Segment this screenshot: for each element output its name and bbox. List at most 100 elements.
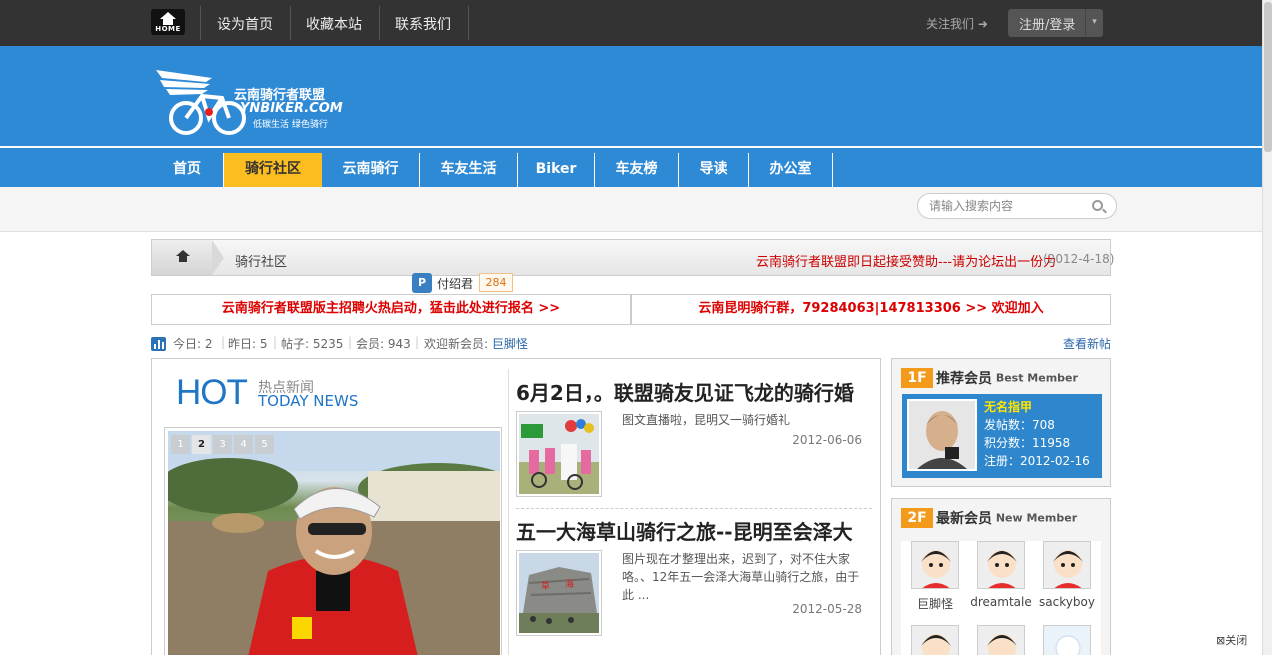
best-member-card[interactable]: 无名指甲 发帖数：708 积分数：11958 注册：2012-02-16 xyxy=(902,394,1102,478)
nav-guide[interactable]: 导读 xyxy=(679,153,749,187)
cyclist-photo xyxy=(168,431,500,655)
avatar[interactable] xyxy=(1043,541,1091,589)
default-avatar-icon xyxy=(978,542,1024,588)
close-label: 关闭 xyxy=(1225,634,1248,647)
login-label: 注册/登录 xyxy=(1019,18,1076,33)
notice-date: (2012-4-18) xyxy=(1043,252,1115,266)
top-bar: HOME 设为首页 收藏本站 联系我们 关注我们 ➜ 注册/登录 ▾ xyxy=(0,0,1262,46)
avatar[interactable] xyxy=(911,541,959,589)
stat-welcome-label: 欢迎新会员: xyxy=(424,337,489,351)
stat-members-label: 会员: xyxy=(356,337,385,351)
hot-title: HOT xyxy=(176,373,248,412)
article-title[interactable]: 五一大海草山骑行之旅--昆明至会泽大 xyxy=(516,516,872,545)
best-member-title-en: Best Member xyxy=(995,371,1078,385)
chevron-down-icon[interactable]: ▾ xyxy=(1085,9,1103,37)
member-card[interactable]: dreamtale xyxy=(970,541,1032,609)
best-member-avatar[interactable] xyxy=(907,399,977,471)
new-members-header: 2F 最新会员 New Member xyxy=(901,508,1077,530)
rock-monument-photo: 草 海 xyxy=(519,553,599,633)
set-homepage-link[interactable]: 设为首页 xyxy=(217,14,273,34)
avatar[interactable] xyxy=(911,625,959,655)
contact-link[interactable]: 联系我们 xyxy=(395,14,451,34)
home-label: HOME xyxy=(155,25,181,33)
article-thumbnail[interactable]: 草 海 xyxy=(516,550,602,636)
search-strip xyxy=(0,187,1262,232)
best-member-name[interactable]: 无名指甲 xyxy=(984,398,1090,416)
default-avatar-icon xyxy=(1044,542,1090,588)
register-login-button[interactable]: 注册/登录 ▾ xyxy=(1008,9,1103,37)
hot-news-panel: HOT 热点新闻 TODAY NEWS 1 2 3 4 5 6月2日，。联盟骑友… xyxy=(151,358,881,655)
member-card[interactable]: 巨脚怪 xyxy=(904,541,966,612)
stat-posts-label: 帖子: xyxy=(281,337,310,351)
scrollbar[interactable] xyxy=(1262,0,1272,655)
member-card[interactable]: sackyboy xyxy=(1036,541,1098,609)
site-logo[interactable]: 云南骑行者联盟 YNBIKER.COM 低碳生活 绿色骑行 xyxy=(154,66,344,138)
article-date: 2012-05-28 xyxy=(792,602,862,616)
avatar[interactable] xyxy=(977,541,1025,589)
stat-yesterday: 昨日: 5 xyxy=(228,335,268,352)
stat-posts-value: 5235 xyxy=(312,337,344,351)
article-title[interactable]: 6月2日，。联盟骑友见证飞龙的骑行婚 xyxy=(516,377,872,406)
new-member-link[interactable]: 巨脚怪 xyxy=(492,337,528,351)
nav-yunnan-cycling[interactable]: 云南骑行 xyxy=(322,153,420,187)
stat-today-value: 2 xyxy=(204,337,213,351)
divider xyxy=(200,6,201,40)
view-new-posts-link[interactable]: 查看新帖 xyxy=(1063,335,1111,352)
close-icon: ⊠ xyxy=(1216,634,1226,647)
slide-page-5[interactable]: 5 xyxy=(255,435,274,454)
nav-cycling-community[interactable]: 骑行社区 xyxy=(224,153,322,187)
floor-badge: 2F xyxy=(901,508,933,528)
divider: | xyxy=(273,335,278,349)
divider: | xyxy=(348,335,353,349)
nav-biker[interactable]: Biker xyxy=(518,153,595,187)
nav-rider-life[interactable]: 车友生活 xyxy=(420,153,518,187)
user-name[interactable]: 付绍君 xyxy=(437,275,473,292)
best-member-title: 推荐会员 xyxy=(936,371,992,387)
slide-page-2[interactable]: 2 xyxy=(192,435,211,454)
member-name[interactable]: sackyboy xyxy=(1036,595,1098,609)
slide-page-4[interactable]: 4 xyxy=(234,435,253,454)
member-card[interactable] xyxy=(970,625,1032,655)
nav-home[interactable]: 首页 xyxy=(151,153,224,187)
ad-moderator-recruit[interactable]: 云南骑行者联盟版主招聘火热启动，猛击此处进行报名 >> xyxy=(151,294,631,325)
user-count-badge: 284 xyxy=(479,273,513,292)
nav-rider-ranking[interactable]: 车友榜 xyxy=(595,153,679,187)
breadcrumb-current[interactable]: 骑行社区 xyxy=(235,251,287,270)
home-button[interactable]: HOME xyxy=(151,9,185,35)
main-nav: 首页 骑行社区 云南骑行 车友生活 Biker 车友榜 导读 办公室 xyxy=(0,146,1262,187)
stat-yesterday-label: 昨日: xyxy=(228,337,257,351)
stat-posts: 帖子: 5235 xyxy=(281,335,343,352)
notice-link[interactable]: 云南骑行者联盟即日起接受赞助---请为论坛出一份力 xyxy=(756,251,1056,270)
article-date: 2012-06-06 xyxy=(792,433,862,447)
slide-page-3[interactable]: 3 xyxy=(213,435,232,454)
nav-office[interactable]: 办公室 xyxy=(749,153,833,187)
svg-text:海: 海 xyxy=(565,578,574,590)
bookmark-link[interactable]: 收藏本站 xyxy=(306,14,362,34)
search-input[interactable] xyxy=(917,193,1117,219)
news-slider[interactable]: 1 2 3 4 5 xyxy=(164,427,502,655)
divider xyxy=(290,6,291,40)
slide-photo[interactable] xyxy=(168,431,500,655)
follow-us-link[interactable]: 关注我们 ➜ xyxy=(926,15,988,32)
member-photo xyxy=(909,401,975,469)
slide-page-1[interactable]: 1 xyxy=(171,435,190,454)
member-card[interactable] xyxy=(1036,625,1098,655)
avatar[interactable] xyxy=(1043,625,1091,655)
stat-welcome: 欢迎新会员: 巨脚怪 xyxy=(424,335,528,352)
best-member-header: 1F 推荐会员 Best Member xyxy=(901,368,1078,390)
scrollbar-thumb[interactable] xyxy=(1264,2,1272,152)
close-button[interactable]: ⊠关闭 xyxy=(1216,632,1247,648)
article-thumbnail[interactable] xyxy=(516,411,602,497)
stat-today-label: 今日: xyxy=(173,337,202,351)
stat-members-value: 943 xyxy=(387,337,411,351)
avatar[interactable] xyxy=(977,625,1025,655)
ad-qq-group[interactable]: 云南昆明骑行群，79284063|147813306 >> 欢迎加入 xyxy=(631,294,1111,325)
member-name[interactable]: 巨脚怪 xyxy=(904,595,966,612)
member-card[interactable] xyxy=(904,625,966,655)
new-members-grid: 巨脚怪 dreamtale sackyboy xyxy=(901,541,1101,655)
site-banner: 云南骑行者联盟 YNBIKER.COM 低碳生活 绿色骑行 xyxy=(0,46,1262,146)
member-name[interactable]: dreamtale xyxy=(970,595,1032,609)
breadcrumb-home[interactable] xyxy=(152,240,224,275)
forum-stats: 今日: 2 | 昨日: 5 | 帖子: 5235 | 会员: 943 | 欢迎新… xyxy=(151,335,1111,351)
search-icon[interactable] xyxy=(1092,200,1103,211)
